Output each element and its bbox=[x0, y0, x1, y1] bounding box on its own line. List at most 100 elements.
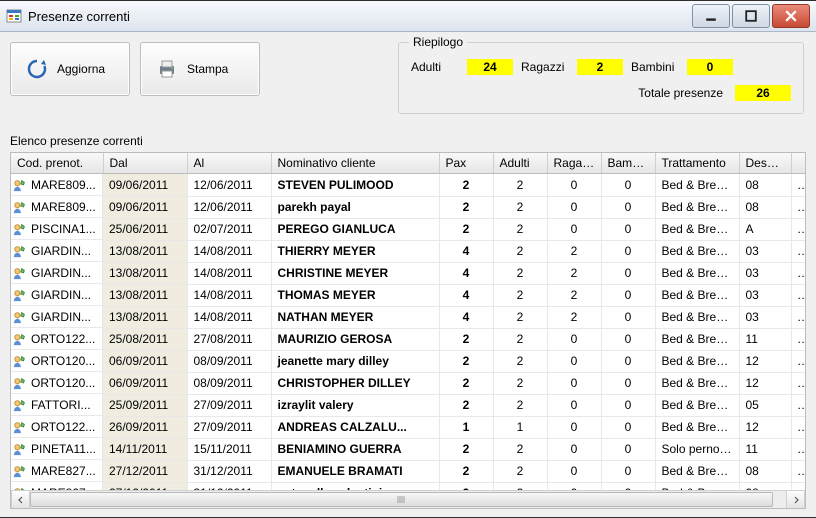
col-cod[interactable]: Cod. prenot. bbox=[11, 153, 103, 174]
list-heading: Elenco presenze correnti bbox=[10, 134, 806, 148]
cell-bambini: 0 bbox=[601, 438, 655, 460]
cell-ragazzi: 0 bbox=[547, 328, 601, 350]
cell-more[interactable]: ... bbox=[791, 284, 805, 306]
table-row[interactable]: ORTO122...25/08/201127/08/2011MAURIZIO G… bbox=[11, 328, 805, 350]
col-name[interactable]: Nominativo cliente bbox=[271, 153, 439, 174]
table-row[interactable]: ORTO120...06/09/201108/09/2011jeanette m… bbox=[11, 350, 805, 372]
table-row[interactable]: GIARDIN...13/08/201114/08/2011THIERRY ME… bbox=[11, 240, 805, 262]
col-al[interactable]: Al bbox=[187, 153, 271, 174]
table-row[interactable]: ORTO120...06/09/201108/09/2011CHRISTOPHE… bbox=[11, 372, 805, 394]
col-bambini[interactable]: Bambini bbox=[601, 153, 655, 174]
cell-cod: MARE827... bbox=[11, 460, 103, 482]
cell-more[interactable]: ... bbox=[791, 196, 805, 218]
cell-name: THOMAS MEYER bbox=[271, 284, 439, 306]
cell-dal: 09/06/2011 bbox=[103, 196, 187, 218]
col-dal[interactable]: Dal bbox=[103, 153, 187, 174]
cell-more[interactable]: ... bbox=[791, 174, 805, 197]
booking-icon bbox=[13, 354, 27, 368]
scroll-right-arrow[interactable] bbox=[786, 490, 805, 509]
refresh-button[interactable]: Aggiorna bbox=[10, 42, 130, 96]
cell-dal: 09/06/2011 bbox=[103, 174, 187, 197]
cell-descr: 08 bbox=[739, 460, 791, 482]
cell-more[interactable]: ... bbox=[791, 416, 805, 438]
table-row[interactable]: PINETA11...14/11/201115/11/2011BENIAMINO… bbox=[11, 438, 805, 460]
cell-more[interactable]: ... bbox=[791, 394, 805, 416]
cell-descr: 08 bbox=[739, 174, 791, 197]
cell-dal: 25/08/2011 bbox=[103, 328, 187, 350]
cell-pax: 2 bbox=[439, 350, 493, 372]
cell-descr: A bbox=[739, 218, 791, 240]
cod-text: GIARDIN... bbox=[31, 266, 91, 280]
horizontal-scrollbar[interactable] bbox=[11, 490, 805, 508]
cell-descr: 12 bbox=[739, 416, 791, 438]
table-row[interactable]: MARE827...27/12/201131/12/2011EMANUELE B… bbox=[11, 460, 805, 482]
cell-name: STEVEN PULIMOOD bbox=[271, 174, 439, 197]
cell-dal: 27/12/2011 bbox=[103, 460, 187, 482]
cod-text: GIARDIN... bbox=[31, 310, 91, 324]
bambini-label: Bambini bbox=[631, 60, 679, 74]
print-button[interactable]: Stampa bbox=[140, 42, 260, 96]
col-descr[interactable]: Descrizio... bbox=[739, 153, 791, 174]
window-buttons bbox=[690, 4, 810, 28]
table-row[interactable]: MARE809...09/06/201112/06/2011parekh pay… bbox=[11, 196, 805, 218]
cell-tratt: Bed & Brea... bbox=[655, 174, 739, 197]
scroll-left-arrow[interactable] bbox=[11, 490, 30, 509]
table-row[interactable]: MARE827...27/12/201131/12/2011antonella … bbox=[11, 482, 805, 490]
table-row[interactable]: MARE809...09/06/201112/06/2011STEVEN PUL… bbox=[11, 174, 805, 197]
table-row[interactable]: FATTORI...25/09/201127/09/2011izraylit v… bbox=[11, 394, 805, 416]
cell-al: 08/09/2011 bbox=[187, 372, 271, 394]
cell-more[interactable]: ... bbox=[791, 372, 805, 394]
cell-bambini: 0 bbox=[601, 350, 655, 372]
col-ragazzi[interactable]: Ragazzi bbox=[547, 153, 601, 174]
cell-dal: 14/11/2011 bbox=[103, 438, 187, 460]
cell-more[interactable]: ... bbox=[791, 350, 805, 372]
cell-more[interactable]: ... bbox=[791, 482, 805, 490]
cell-cod: GIARDIN... bbox=[11, 306, 103, 328]
cell-descr: 03 bbox=[739, 240, 791, 262]
cell-adulti: 2 bbox=[493, 482, 547, 490]
summary-legend: Riepilogo bbox=[409, 35, 467, 49]
table-row[interactable]: GIARDIN...13/08/201114/08/2011THOMAS MEY… bbox=[11, 284, 805, 306]
col-adulti[interactable]: Adulti bbox=[493, 153, 547, 174]
col-pax[interactable]: Pax bbox=[439, 153, 493, 174]
close-button[interactable] bbox=[772, 4, 810, 28]
cell-descr: 03 bbox=[739, 262, 791, 284]
minimize-button[interactable] bbox=[692, 4, 730, 28]
cell-bambini: 0 bbox=[601, 262, 655, 284]
scroll-thumb[interactable] bbox=[30, 492, 773, 507]
cod-text: ORTO122... bbox=[31, 332, 95, 346]
cell-ragazzi: 0 bbox=[547, 350, 601, 372]
cell-bambini: 0 bbox=[601, 328, 655, 350]
cell-al: 31/12/2011 bbox=[187, 482, 271, 490]
table-row[interactable]: GIARDIN...13/08/201114/08/2011CHRISTINE … bbox=[11, 262, 805, 284]
cell-al: 12/06/2011 bbox=[187, 174, 271, 197]
table-row[interactable]: ORTO122...26/09/201127/09/2011ANDREAS CA… bbox=[11, 416, 805, 438]
refresh-label: Aggiorna bbox=[57, 62, 105, 76]
cell-bambini: 0 bbox=[601, 196, 655, 218]
cell-adulti: 2 bbox=[493, 262, 547, 284]
cell-cod: GIARDIN... bbox=[11, 284, 103, 306]
maximize-button[interactable] bbox=[732, 4, 770, 28]
cell-more[interactable]: ... bbox=[791, 328, 805, 350]
table-row[interactable]: PISCINA1...25/06/201102/07/2011PEREGO GI… bbox=[11, 218, 805, 240]
col-tratt[interactable]: Trattamento bbox=[655, 153, 739, 174]
adulti-label: Adulti bbox=[411, 60, 459, 74]
cell-tratt: Bed & Brea... bbox=[655, 394, 739, 416]
cell-more[interactable]: ... bbox=[791, 438, 805, 460]
cell-more[interactable]: ... bbox=[791, 240, 805, 262]
cell-bambini: 0 bbox=[601, 372, 655, 394]
booking-icon bbox=[13, 266, 27, 280]
cell-adulti: 2 bbox=[493, 372, 547, 394]
cell-cod: FATTORI... bbox=[11, 394, 103, 416]
cell-name: jeanette mary dilley bbox=[271, 350, 439, 372]
cell-dal: 06/09/2011 bbox=[103, 350, 187, 372]
cell-more[interactable]: ... bbox=[791, 306, 805, 328]
cell-more[interactable]: ... bbox=[791, 218, 805, 240]
table-row[interactable]: GIARDIN...13/08/201114/08/2011NATHAN MEY… bbox=[11, 306, 805, 328]
cell-more[interactable]: ... bbox=[791, 460, 805, 482]
col-more[interactable] bbox=[791, 153, 805, 174]
cell-more[interactable]: ... bbox=[791, 262, 805, 284]
cell-al: 14/08/2011 bbox=[187, 240, 271, 262]
data-grid[interactable]: Cod. prenot. Dal Al Nominativo cliente P… bbox=[11, 153, 805, 490]
scroll-track[interactable] bbox=[30, 491, 786, 508]
